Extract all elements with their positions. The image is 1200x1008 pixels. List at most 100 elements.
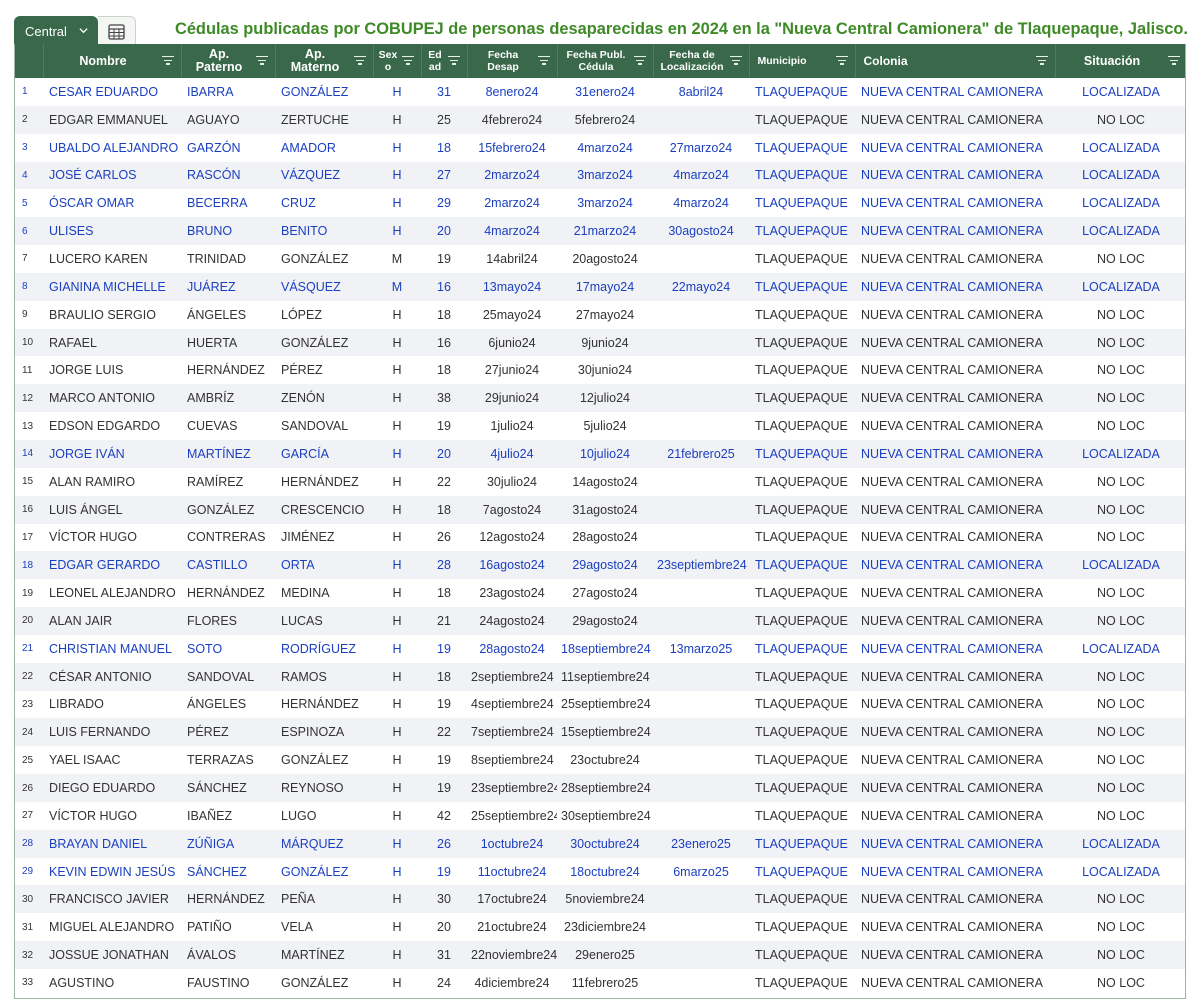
cell-nombre[interactable]: EDGAR GERARDO [43, 551, 181, 579]
cell-mun[interactable]: TLAQUEPAQUE [749, 329, 855, 357]
cell-pat[interactable]: PATIÑO [181, 913, 275, 941]
cell-sexo[interactable]: H [373, 78, 421, 106]
cell-mun[interactable]: TLAQUEPAQUE [749, 440, 855, 468]
filter-icon[interactable] [161, 56, 174, 66]
cell-edad[interactable]: 27 [421, 162, 467, 190]
cell-edad[interactable]: 18 [421, 134, 467, 162]
cell-pat[interactable]: JUÁREZ [181, 273, 275, 301]
cell-publ[interactable]: 10julio24 [557, 440, 653, 468]
cell-pat[interactable]: SANDOVAL [181, 663, 275, 691]
cell-edad[interactable]: 19 [421, 691, 467, 719]
cell-edad[interactable]: 18 [421, 496, 467, 524]
filter-icon[interactable] [353, 56, 366, 66]
cell-sexo[interactable]: H [373, 913, 421, 941]
table-row[interactable]: 20 ALAN JAIR FLORES LUCAS H 21 24agosto24 29ago… [15, 607, 1185, 635]
table-row[interactable]: 22 CÉSAR ANTONIO SANDOVAL RAMOS H 18 2septiemb… [15, 662, 1185, 691]
cell-mun[interactable]: TLAQUEPAQUE [749, 412, 855, 440]
cell-loc[interactable] [653, 524, 749, 552]
table-row[interactable]: 7 LUCERO KAREN TRINIDAD GONZÁLEZ M 19 14abril2… [15, 245, 1185, 273]
cell-mat[interactable]: LUGO [275, 802, 373, 830]
cell-mat[interactable]: BENITO [275, 217, 373, 245]
cell-sexo[interactable]: H [373, 217, 421, 245]
cell-desap[interactable]: 4marzo24 [467, 217, 557, 245]
cell-publ[interactable]: 27mayo24 [557, 301, 653, 329]
column-header-edad[interactable]: Ed ad [421, 44, 468, 78]
cell-pat[interactable]: HERNÁNDEZ [181, 579, 275, 607]
cell-sit[interactable]: LOCALIZADA [1055, 830, 1185, 858]
cell-loc[interactable] [653, 468, 749, 496]
cell-sit[interactable]: LOCALIZADA [1055, 162, 1185, 190]
cell-desap[interactable]: 1julio24 [467, 412, 557, 440]
cell-sexo[interactable]: H [373, 134, 421, 162]
cell-edad[interactable]: 30 [421, 885, 467, 913]
cell-desap[interactable]: 30julio24 [467, 468, 557, 496]
cell-publ[interactable]: 28septiembre24 [557, 774, 653, 802]
cell-mat[interactable]: PEÑA [275, 885, 373, 913]
cell-mat[interactable]: GARCÍA [275, 440, 373, 468]
cell-nombre[interactable]: VÍCTOR HUGO [43, 802, 181, 830]
cell-publ[interactable]: 21marzo24 [557, 217, 653, 245]
cell-pat[interactable]: SOTO [181, 635, 275, 663]
table-row[interactable]: 6 ULISES BRUNO BENITO H 20 4marzo24 21marzo24 30… [15, 217, 1185, 246]
cell-pat[interactable]: HUERTA [181, 329, 275, 357]
cell-desap[interactable]: 1octubre24 [467, 830, 557, 858]
filter-icon[interactable] [633, 56, 646, 66]
cell-col[interactable]: NUEVA CENTRAL CAMIONERA [855, 134, 1055, 162]
column-header-sexo[interactable]: Sex o [373, 44, 422, 78]
cell-col[interactable]: NUEVA CENTRAL CAMIONERA [855, 830, 1055, 858]
cell-sit[interactable]: NO LOC [1055, 496, 1185, 524]
cell-nombre[interactable]: FRANCISCO JAVIER [43, 885, 181, 913]
cell-sit[interactable]: NO LOC [1055, 969, 1185, 997]
cell-sit[interactable]: NO LOC [1055, 245, 1185, 273]
cell-mun[interactable]: TLAQUEPAQUE [749, 830, 855, 858]
cell-nombre[interactable]: DIEGO EDUARDO [43, 774, 181, 802]
cell-publ[interactable]: 12julio24 [557, 384, 653, 412]
cell-mat[interactable]: SANDOVAL [275, 412, 373, 440]
cell-nombre[interactable]: JORGE LUIS [43, 356, 181, 384]
cell-col[interactable]: NUEVA CENTRAL CAMIONERA [855, 468, 1055, 496]
cell-sexo[interactable]: H [373, 691, 421, 719]
table-row[interactable]: 12 MARCO ANTONIO AMBRÍZ ZENÓN H 38 29junio24 12… [15, 384, 1185, 413]
cell-col[interactable]: NUEVA CENTRAL CAMIONERA [855, 551, 1055, 579]
cell-edad[interactable]: 18 [421, 579, 467, 607]
cell-publ[interactable]: 3marzo24 [557, 162, 653, 190]
cell-pat[interactable]: HERNÁNDEZ [181, 356, 275, 384]
cell-sit[interactable]: NO LOC [1055, 579, 1185, 607]
cell-publ[interactable]: 5julio24 [557, 412, 653, 440]
cell-mun[interactable]: TLAQUEPAQUE [749, 663, 855, 691]
cell-publ[interactable]: 30octubre24 [557, 830, 653, 858]
cell-edad[interactable]: 28 [421, 551, 467, 579]
cell-edad[interactable]: 20 [421, 217, 467, 245]
cell-publ[interactable]: 30septiembre24 [557, 802, 653, 830]
cell-mat[interactable]: RODRÍGUEZ [275, 635, 373, 663]
cell-pat[interactable]: RAMÍREZ [181, 468, 275, 496]
cell-nombre[interactable]: CÉSAR ANTONIO [43, 663, 181, 691]
cell-mat[interactable]: LUCAS [275, 607, 373, 635]
cell-sexo[interactable]: H [373, 607, 421, 635]
cell-col[interactable]: NUEVA CENTRAL CAMIONERA [855, 663, 1055, 691]
cell-loc[interactable]: 27marzo24 [653, 134, 749, 162]
column-header-municipio[interactable]: Municipio [749, 44, 856, 78]
cell-sexo[interactable]: H [373, 635, 421, 663]
cell-nombre[interactable]: JOSÉ CARLOS [43, 162, 181, 190]
cell-publ[interactable]: 18octubre24 [557, 858, 653, 886]
cell-edad[interactable]: 20 [421, 440, 467, 468]
cell-sexo[interactable]: H [373, 774, 421, 802]
cell-loc[interactable] [653, 969, 749, 997]
cell-loc[interactable] [653, 301, 749, 329]
cell-nombre[interactable]: LUCERO KAREN [43, 245, 181, 273]
cell-mat[interactable]: GONZÁLEZ [275, 746, 373, 774]
cell-pat[interactable]: PÉREZ [181, 718, 275, 746]
cell-sit[interactable]: LOCALIZADA [1055, 134, 1185, 162]
cell-nombre[interactable]: CHRISTIAN MANUEL [43, 635, 181, 663]
cell-col[interactable]: NUEVA CENTRAL CAMIONERA [855, 941, 1055, 969]
table-row[interactable]: 14 JORGE IVÁN MARTÍNEZ GARCÍA H 20 4julio24 10j… [15, 439, 1185, 468]
cell-sexo[interactable]: H [373, 496, 421, 524]
table-row[interactable]: 33 AGUSTINO FAUSTINO GONZÁLEZ H 24 4diciembre2… [15, 969, 1185, 997]
cell-publ[interactable]: 27agosto24 [557, 579, 653, 607]
cell-desap[interactable]: 14abril24 [467, 245, 557, 273]
cell-col[interactable]: NUEVA CENTRAL CAMIONERA [855, 384, 1055, 412]
table-row[interactable]: 1 CESAR EDUARDO IBARRA GONZÁLEZ H 31 8enero24 3… [15, 78, 1185, 106]
table-row[interactable]: 4 JOSÉ CARLOS RASCÓN VÁZQUEZ H 27 2marzo24 3mar… [15, 161, 1185, 190]
cell-sit[interactable]: NO LOC [1055, 663, 1185, 691]
